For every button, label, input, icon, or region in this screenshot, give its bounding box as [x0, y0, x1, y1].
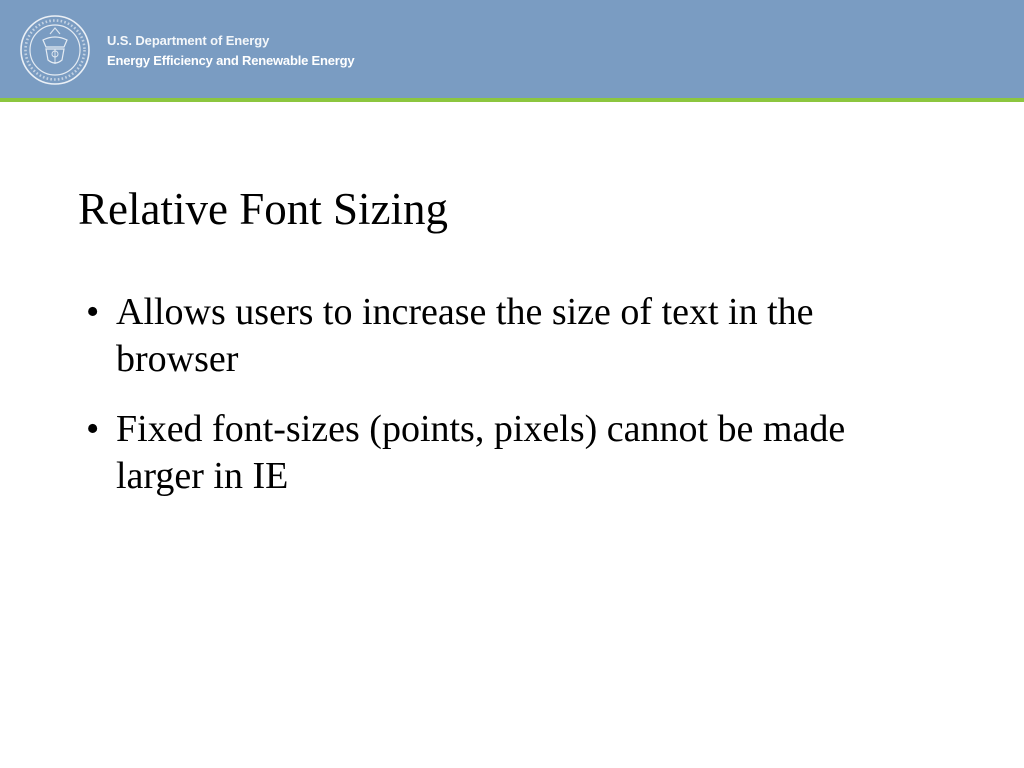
agency-name: U.S. Department of Energy Energy Efficie…: [107, 33, 355, 68]
slide-title: Relative Font Sizing: [78, 184, 448, 234]
doe-seal-icon: [20, 15, 90, 85]
header-accent-rule: [0, 98, 1024, 102]
bullet-item: • Fixed font-sizes (points, pixels) cann…: [72, 406, 912, 500]
bullet-marker: •: [86, 408, 100, 450]
bullet-list: • Allows users to increase the size of t…: [72, 289, 912, 523]
header-band: U.S. Department of Energy Energy Efficie…: [0, 0, 1024, 98]
bullet-text: Allows users to increase the size of tex…: [116, 291, 814, 380]
bullet-item: • Allows users to increase the size of t…: [72, 289, 912, 383]
department-name: U.S. Department of Energy: [107, 33, 270, 48]
office-name: Energy Efficiency and Renewable Energy: [107, 53, 355, 68]
bullet-text: Fixed font-sizes (points, pixels) cannot…: [116, 408, 846, 497]
bullet-marker: •: [86, 291, 100, 333]
